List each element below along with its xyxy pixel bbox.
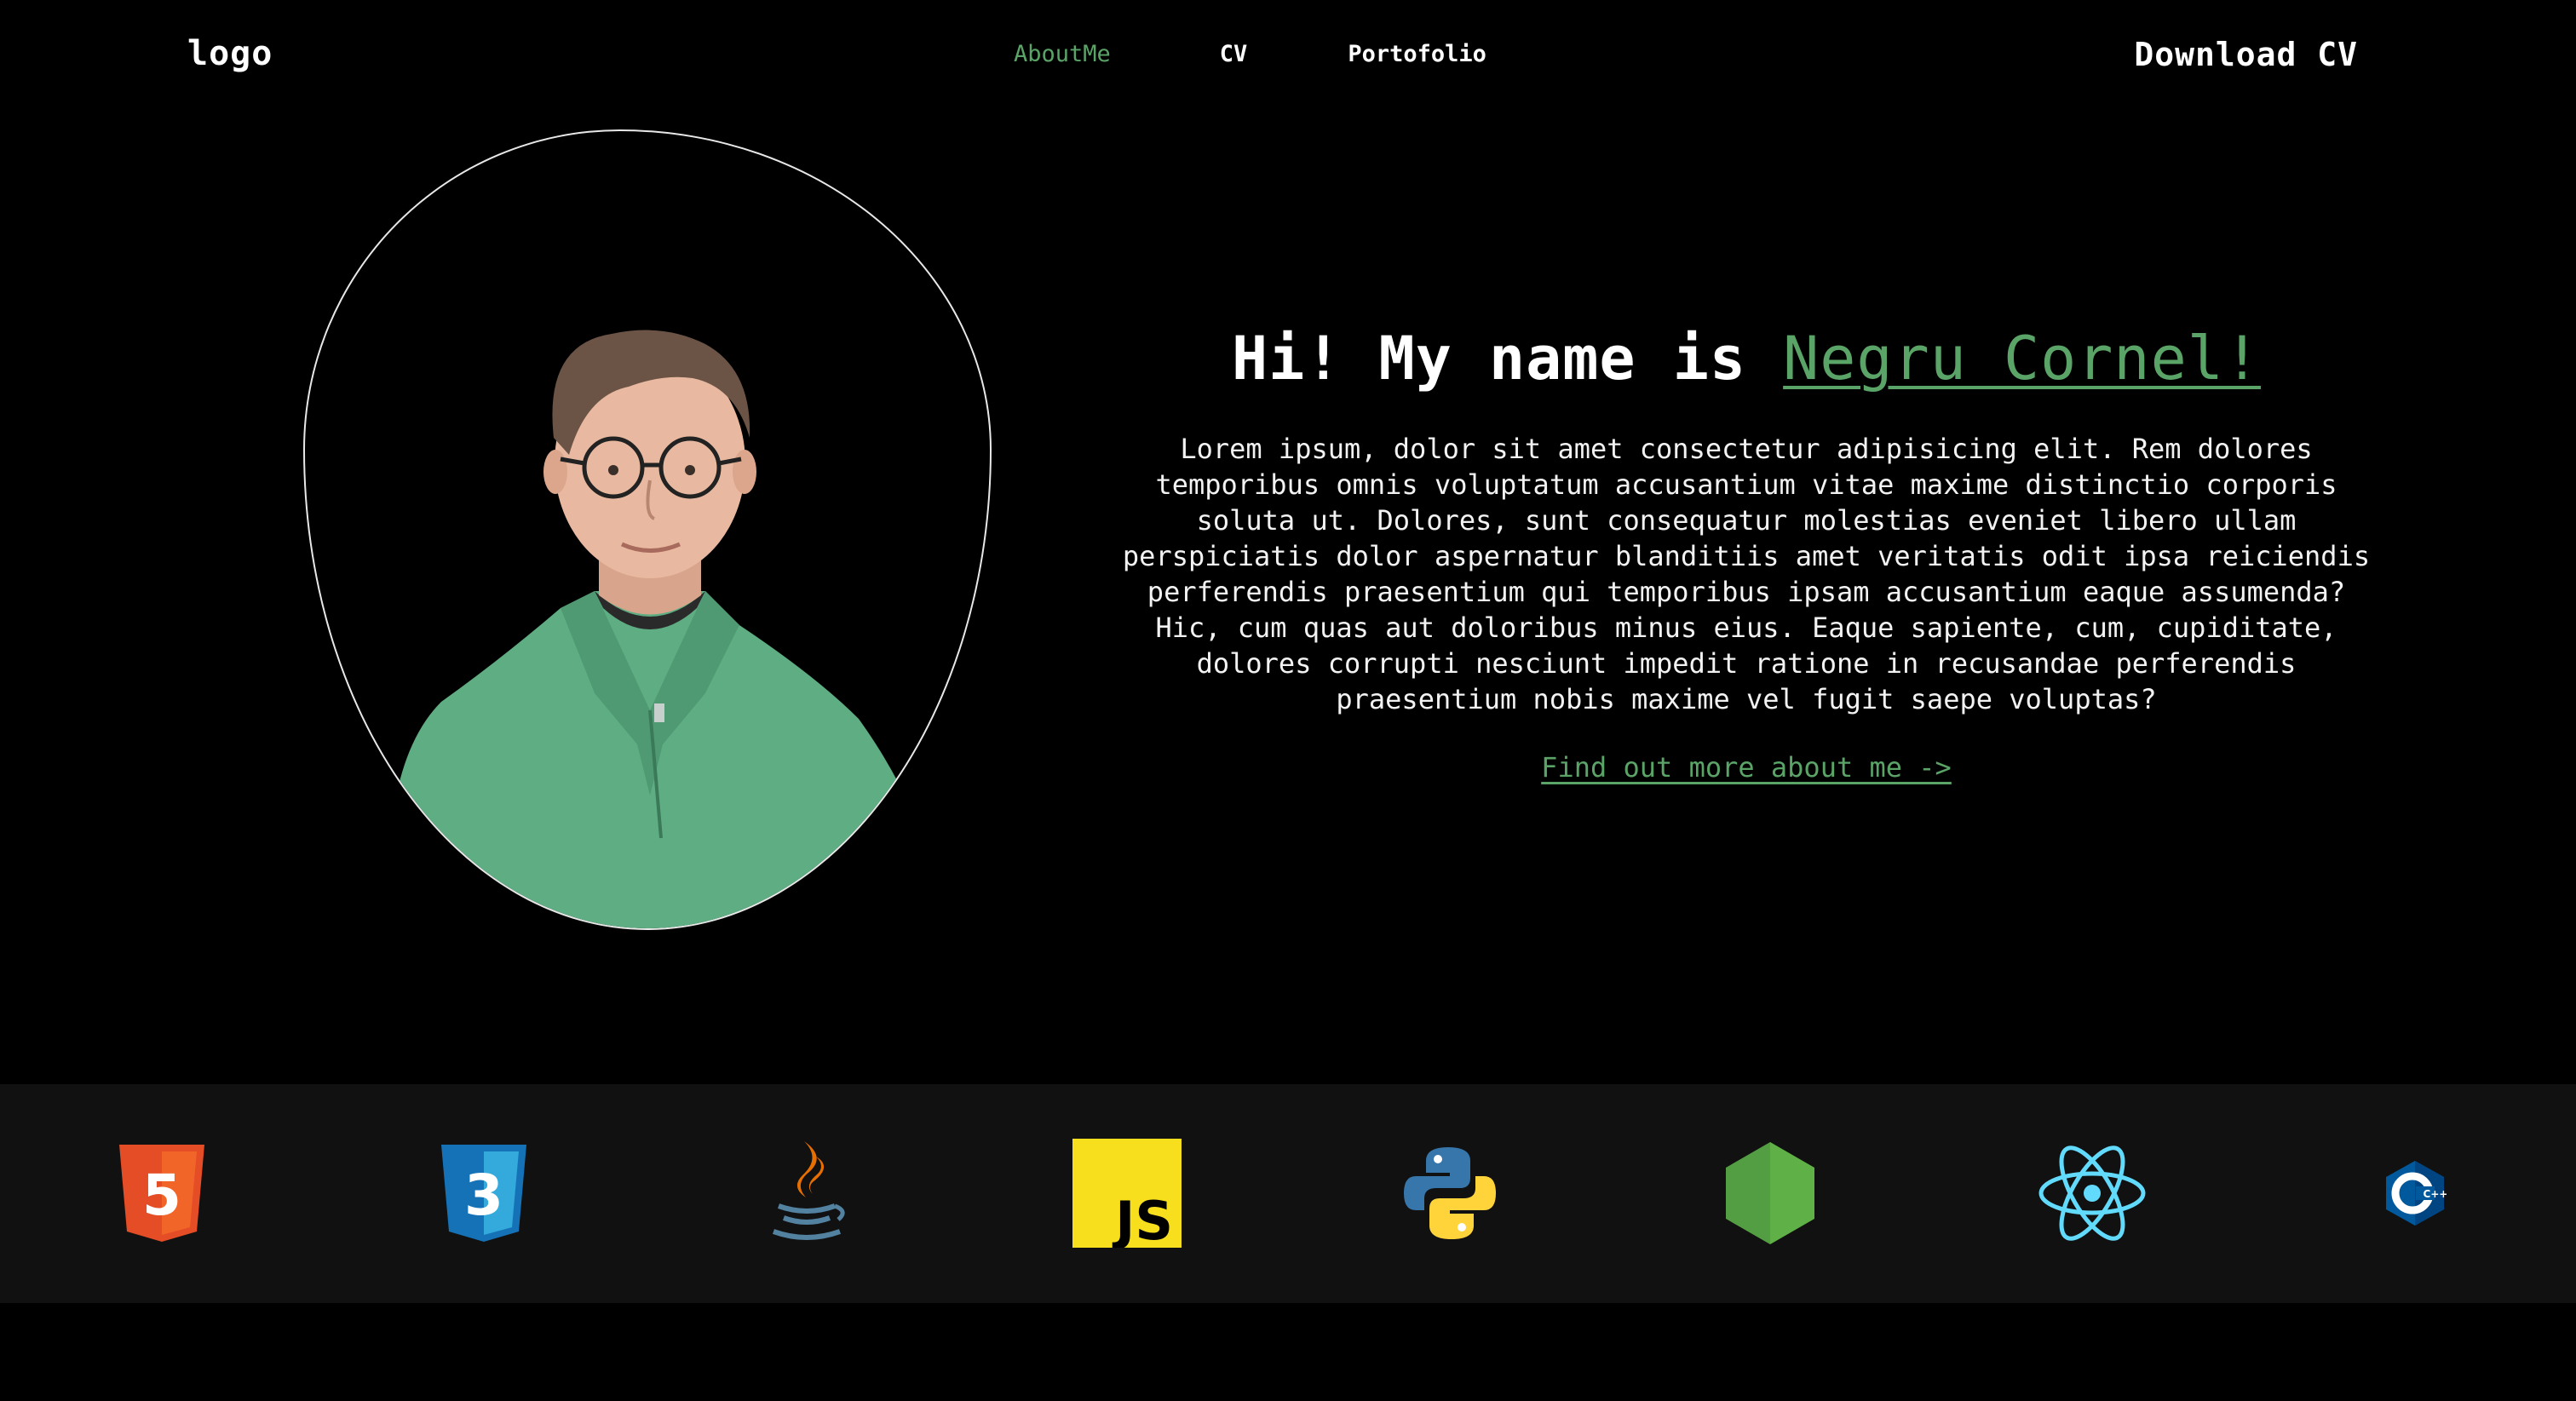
nodejs-icon [1711,1134,1830,1253]
profile-photo-frame [303,129,992,930]
download-cv-button[interactable]: Download CV [2134,36,2358,73]
nav-portofolio[interactable]: Portofolio [1348,41,1486,67]
python-icon [1390,1134,1509,1253]
main-nav: AboutMe CV Portofolio [1014,41,1486,67]
bio-paragraph: Lorem ipsum, dolor sit amet consectetur … [1122,433,2371,715]
svg-text:C++: C++ [2424,1188,2447,1200]
tech-stack-strip: 5 3 JS C++ [0,1084,2576,1303]
svg-text:5: 5 [142,1163,181,1228]
javascript-icon: JS [1067,1134,1187,1253]
svg-text:3: 3 [464,1163,503,1228]
html5-icon: 5 [102,1134,221,1253]
cpp-icon: C++ [2355,1134,2475,1253]
nav-cv[interactable]: CV [1220,41,1248,67]
logo[interactable]: logo [187,34,273,73]
css3-icon: 3 [424,1134,543,1253]
name-link[interactable]: Negru Cornel! [1783,324,2261,393]
hero-headline: Hi! My name is Negru Cornel! [1107,324,2385,393]
java-icon [747,1134,866,1253]
hero-text: Hi! My name is Negru Cornel! Lorem ipsum… [1107,324,2385,784]
nav-aboutme[interactable]: AboutMe [1014,41,1111,67]
find-out-more-link[interactable]: Find out more about me -> [1541,751,1952,784]
svg-text:JS: JS [1112,1190,1173,1248]
greeting: Hi! My name is [1231,324,1784,393]
profile-photo [390,330,935,928]
react-icon [2033,1134,2152,1253]
